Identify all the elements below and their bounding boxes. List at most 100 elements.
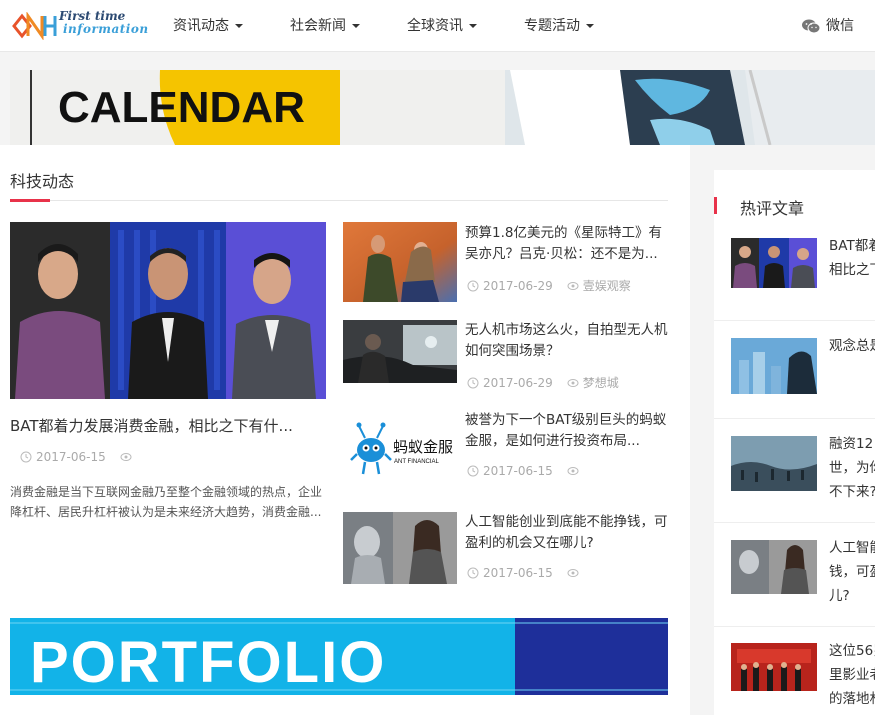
caret-down-icon — [469, 24, 477, 28]
eye-icon — [567, 569, 579, 577]
article-date: 2017-06-15 — [483, 566, 553, 580]
article-thumb-image — [343, 320, 457, 383]
logo-mark-icon — [12, 12, 57, 40]
caret-down-icon — [352, 24, 360, 28]
calendar-banner[interactable]: CALENDAR — [10, 70, 875, 145]
sidebar-item-line: 世，为你 — [829, 460, 875, 476]
sidebar-divider — [714, 626, 875, 627]
section-divider — [10, 200, 668, 201]
site-logo[interactable]: First time information — [12, 10, 148, 42]
wechat-label: 微信 — [826, 18, 854, 34]
article-title[interactable]: 被誉为下一个BAT级别巨头的蚂蚁金服，是如何进行投资布局... — [465, 410, 670, 452]
sidebar-title: 热评文章 — [740, 199, 805, 218]
sidebar-thumb-image — [731, 643, 817, 691]
sidebar-thumb-image — [731, 338, 817, 394]
sidebar-item-line: 儿? — [829, 588, 850, 604]
sidebar-item-line: BAT都着 — [829, 238, 875, 254]
sidebar-item-text[interactable]: BAT都着 相比之下 — [829, 234, 875, 282]
article-date: 2017-06-29 — [483, 278, 553, 293]
sidebar-item-line: 融资12 — [829, 436, 874, 452]
sidebar-divider — [714, 320, 875, 321]
article-thumb[interactable] — [343, 512, 457, 584]
article-thumb-image — [343, 512, 457, 584]
sidebar-item-text[interactable]: 这位56岁 里影业老 的落地林 — [829, 639, 875, 711]
article-thumb[interactable]: 蚂蚁金服 ANT FINANCIAL — [343, 410, 457, 485]
article-title[interactable]: 无人机市场这么火，自拍型无人机如何突围场景？ — [465, 320, 670, 362]
nav-item-label: 社会新闻 — [290, 18, 346, 34]
calendar-banner-image: CALENDAR — [10, 70, 875, 145]
article-title[interactable]: 人工智能创业到底能不能挣钱，可盈利的机会又在哪儿? — [465, 512, 670, 554]
sidebar-item-thumb[interactable] — [731, 540, 817, 594]
sidebar-thumb-image — [731, 436, 817, 491]
article-source[interactable]: 梦想城 — [583, 374, 619, 391]
section-title: 科技动态 — [10, 172, 75, 191]
clock-icon — [467, 280, 479, 291]
sidebar-item-thumb[interactable] — [731, 338, 817, 394]
sidebar-item-text[interactable]: 融资12 世，为你 不下来? — [829, 432, 875, 504]
ant-logo-cn: 蚂蚁金服 — [393, 438, 453, 456]
logo-text-line2: information — [63, 22, 149, 36]
sidebar-divider — [714, 522, 875, 523]
portfolio-banner-text: PORTFOLIO — [30, 630, 386, 695]
eye-icon — [567, 467, 579, 475]
feature-image[interactable] — [10, 222, 326, 399]
article-meta: 2017-06-29 梦想城 — [467, 374, 619, 391]
portfolio-banner-image: PORTFOLIO — [10, 618, 668, 695]
feature-title[interactable]: BAT都着力发展消费金融，相比之下有什... — [10, 415, 293, 436]
feature-photo — [10, 222, 326, 399]
sidebar-thumb-image — [731, 540, 817, 594]
nav-item-news[interactable]: 资讯动态 — [173, 0, 243, 52]
article-date: 2017-06-15 — [483, 464, 553, 478]
sidebar-item-line: 观念总是 — [829, 338, 875, 354]
clock-icon — [467, 465, 479, 477]
feature-meta: 2017-06-15 — [20, 450, 136, 464]
eye-icon — [120, 453, 132, 461]
clock-icon — [467, 567, 479, 579]
sidebar-item-line: 的落地林 — [829, 691, 875, 707]
sidebar-accent-bar — [714, 197, 717, 214]
sidebar-item-line: 里影业老 — [829, 667, 875, 683]
ant-financial-logo: 蚂蚁金服 ANT FINANCIAL — [343, 410, 457, 485]
article-meta: 2017-06-15 — [467, 464, 583, 478]
feature-date: 2017-06-15 — [36, 450, 106, 464]
sidebar-divider — [714, 418, 875, 419]
article-thumb[interactable] — [343, 222, 457, 302]
logo-text: First time information — [59, 10, 149, 36]
nav-item-label: 资讯动态 — [173, 18, 229, 34]
nav-item-topics[interactable]: 专题活动 — [524, 0, 594, 52]
article-date: 2017-06-29 — [483, 375, 553, 390]
ant-logo-en: ANT FINANCIAL — [394, 459, 440, 465]
article-thumb[interactable] — [343, 320, 457, 383]
nav-item-global[interactable]: 全球资讯 — [407, 0, 477, 52]
article-meta: 2017-06-29 壹娱观察 — [467, 277, 631, 294]
eye-icon — [567, 378, 579, 387]
sidebar-item-line: 人工智能 — [829, 540, 875, 556]
calendar-banner-text: CALENDAR — [58, 83, 305, 132]
caret-down-icon — [235, 24, 243, 28]
top-header: First time information 资讯动态 社会新闻 全球资讯 专题… — [0, 0, 875, 52]
sidebar-thumb-image — [731, 238, 817, 288]
article-source[interactable]: 壹娱观察 — [583, 277, 631, 294]
sidebar-item-line: 这位56岁 — [829, 643, 875, 659]
article-meta: 2017-06-15 — [467, 566, 583, 580]
wechat-icon — [802, 19, 820, 33]
main-nav: 资讯动态 社会新闻 全球资讯 专题活动 — [173, 0, 641, 52]
section-accent-bar — [10, 199, 50, 202]
wechat-link[interactable]: 微信 — [802, 0, 854, 52]
nav-item-society[interactable]: 社会新闻 — [290, 0, 360, 52]
portfolio-banner[interactable]: PORTFOLIO — [10, 618, 668, 695]
nav-item-label: 全球资讯 — [407, 18, 463, 34]
caret-down-icon — [586, 24, 594, 28]
sidebar-item-thumb[interactable] — [731, 436, 817, 491]
nav-item-label: 专题活动 — [524, 18, 580, 34]
article-title[interactable]: 预算1.8亿美元的《星际特工》有吴亦凡？吕克·贝松：还不是为... — [465, 223, 670, 265]
eye-icon — [567, 281, 579, 290]
sidebar-item-line: 不下来? — [829, 484, 875, 500]
sidebar-item-thumb[interactable] — [731, 643, 817, 691]
feature-description: 消费金融是当下互联网金融乃至整个金融领域的热点，企业降杠杆、居民升杠杆被认为是未… — [10, 485, 323, 519]
sidebar-item-text[interactable]: 人工智能 钱，可盈 儿? — [829, 536, 875, 608]
sidebar-item-line: 相比之下 — [829, 262, 875, 278]
sidebar-item-thumb[interactable] — [731, 238, 817, 288]
sidebar-item-text[interactable]: 观念总是 — [829, 334, 875, 358]
clock-icon — [20, 451, 32, 463]
